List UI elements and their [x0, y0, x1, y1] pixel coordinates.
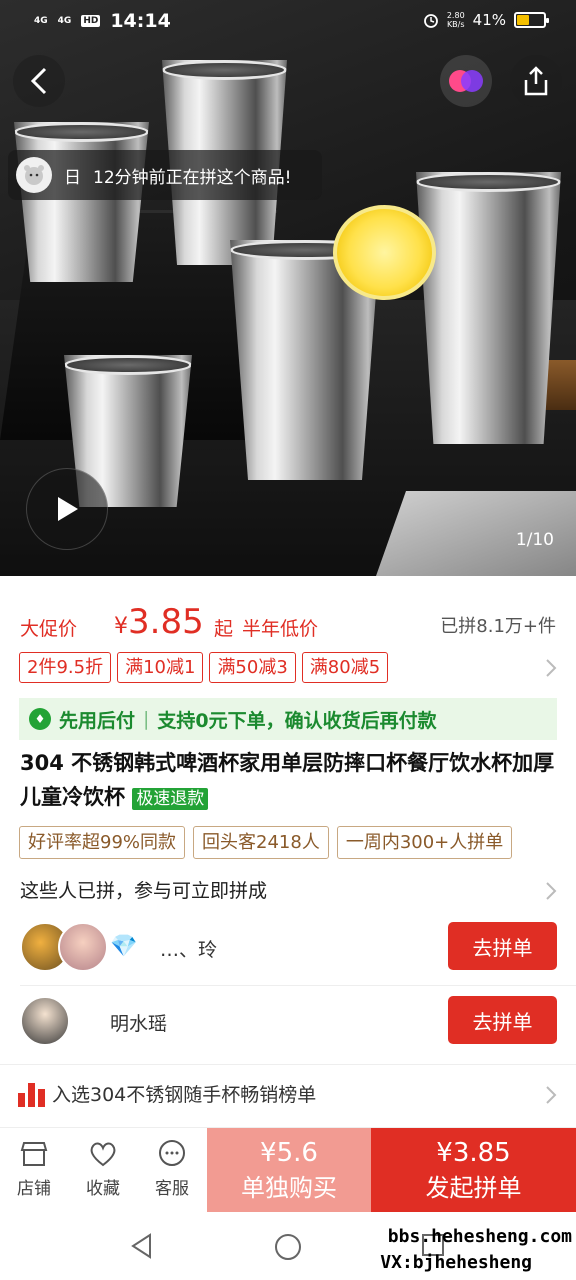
ranking-text: 入选304不锈钢随手杯畅销榜单 [52, 1084, 317, 1106]
promo-price-label: 大促价 [20, 618, 78, 640]
coupon-tag[interactable]: 满80减5 [301, 652, 389, 683]
weekly-orders-badge: 一周内300+人拼单 [336, 826, 513, 859]
battery-icon [514, 12, 549, 28]
brand-logo-icon [449, 70, 483, 92]
buyer-avatar [16, 157, 52, 193]
pay-later-separator: | [143, 708, 150, 730]
join-group-button[interactable]: 去拼单 [448, 996, 557, 1044]
cup-image [14, 122, 149, 282]
watermark-line2: VX:bjhehesheng [380, 1252, 532, 1273]
image-page-indicator: 1/10 [515, 530, 554, 550]
battery-percent: 41% [472, 11, 506, 29]
bear-avatar-icon [24, 165, 44, 185]
price-value: ¥3.85 [114, 602, 204, 642]
bestseller-ranking-link[interactable]: 入选304不锈钢随手杯畅销榜单 [18, 1080, 316, 1107]
network-indicator-2: 4G [57, 16, 72, 26]
chat-icon [159, 1140, 185, 1166]
heart-icon [90, 1142, 116, 1167]
group-buy-heading[interactable]: 这些人已拼，参与可立即拼成 [20, 876, 267, 903]
clock: 14:14 [110, 10, 171, 32]
sold-count: 已拼8.1万+件 [440, 616, 556, 637]
nav-back-icon[interactable] [128, 1232, 156, 1260]
alone-price: ¥5.6 [260, 1138, 318, 1168]
pay-later-icon: ♦ [29, 708, 51, 730]
start-group-buy-button[interactable]: ¥3.85 发起拼单 [371, 1128, 576, 1213]
half-year-low-tag: 半年低价 [242, 618, 319, 640]
alarm-icon [423, 14, 438, 28]
group-label: 发起拼单 [425, 1174, 522, 1202]
store-icon [20, 1142, 48, 1166]
nav-home-icon[interactable] [273, 1232, 303, 1262]
divider [0, 1064, 576, 1065]
pay-later-label: 先用后付 [59, 709, 136, 732]
avatar [20, 996, 70, 1046]
back-arrow-icon [30, 67, 47, 95]
product-title-text: 304 不锈钢韩式啤酒杯家用单层防摔口杯餐厅饮水杯加厚儿童冷饮杯 [20, 751, 555, 809]
group-member-names: …、玲 [160, 939, 218, 961]
group-member-names: 明水瑶 [110, 1013, 168, 1035]
price-from-suffix: 起 [214, 618, 234, 640]
coupon-tag[interactable]: 满50减3 [209, 652, 296, 683]
share-icon [524, 66, 548, 96]
bottom-action-bar: 店铺 收藏 客服 ¥5.6 单独购买 ¥3.85 发起拼单 [0, 1127, 576, 1213]
network-indicator-1: 4G [34, 16, 48, 26]
pay-later-banner[interactable]: ♦ 先用后付 | 支持0元下单，确认收货后再付款 [19, 698, 557, 740]
brand-logo-button[interactable] [440, 55, 492, 107]
lemon-slice-image [333, 205, 436, 300]
play-video-button[interactable] [26, 468, 108, 550]
returning-customers-badge: 回头客2418人 [193, 826, 329, 859]
status-bar: 4G 4G HD 14:14 2.80 KB/s 41% [0, 0, 576, 44]
rating-badge: 好评率超99%同款 [19, 826, 186, 859]
hd-voice-badge: HD [81, 15, 101, 27]
favorite-button[interactable]: 收藏 [75, 1138, 131, 1199]
join-group-button[interactable]: 去拼单 [448, 922, 557, 970]
service-label: 客服 [155, 1179, 189, 1199]
coupon-list[interactable]: 2件9.5折 满10减1 满50减3 满80减5 [19, 652, 559, 684]
avatar [58, 922, 108, 972]
buyer-activity-text: 12分钟前正在拼这个商品! [93, 167, 292, 188]
chevron-right-icon[interactable] [544, 880, 558, 902]
back-button[interactable] [13, 55, 65, 107]
group-price: ¥3.85 [436, 1138, 511, 1168]
favorite-label: 收藏 [86, 1179, 120, 1199]
recent-buyer-notice: 日 12分钟前正在拼这个商品! [8, 150, 322, 200]
coupon-tag[interactable]: 满10减1 [117, 652, 204, 683]
product-title: 304 不锈钢韩式啤酒杯家用单层防摔口杯餐厅饮水杯加厚儿童冷饮杯 极速退款 [20, 746, 565, 816]
fast-refund-tag: 极速退款 [132, 788, 209, 810]
share-button[interactable] [510, 55, 562, 107]
watermark-line1: bbs.hehesheng.com [387, 1226, 572, 1247]
system-navigation-bar: bbs.hehesheng.com VX:bjhehesheng [0, 1212, 576, 1280]
network-speed: 2.80 KB/s [446, 11, 465, 29]
buy-alone-button[interactable]: ¥5.6 单独购买 [207, 1128, 371, 1213]
cup-image [416, 172, 561, 444]
ranking-bars-icon [18, 1081, 46, 1107]
alone-label: 单独购买 [241, 1174, 337, 1202]
product-badges: 好评率超99%同款 回头客2418人 一周内300+人拼单 [19, 826, 576, 860]
chevron-right-icon[interactable] [544, 1084, 558, 1106]
chevron-right-icon[interactable] [544, 657, 558, 679]
pay-later-text: 支持0元下单，确认收货后再付款 [157, 709, 437, 732]
price-row: 大促价 ¥3.85 起 半年低价 已拼8.1万+件 [20, 600, 556, 648]
coupon-tag[interactable]: 2件9.5折 [19, 652, 112, 683]
group-buy-row: 💎 …、玲 去拼单 [0, 912, 576, 984]
group-buy-row: 明水瑶 去拼单 [0, 986, 576, 1058]
store-label: 店铺 [17, 1179, 51, 1199]
product-image-carousel[interactable]: 日 12分钟前正在拼这个商品! 1/10 [0, 0, 576, 576]
play-icon [58, 497, 78, 521]
buyer-name: 日 [64, 167, 81, 188]
customer-service-button[interactable]: 客服 [144, 1138, 200, 1199]
store-button[interactable]: 店铺 [6, 1138, 62, 1199]
diamond-icon: 💎 [110, 934, 138, 959]
